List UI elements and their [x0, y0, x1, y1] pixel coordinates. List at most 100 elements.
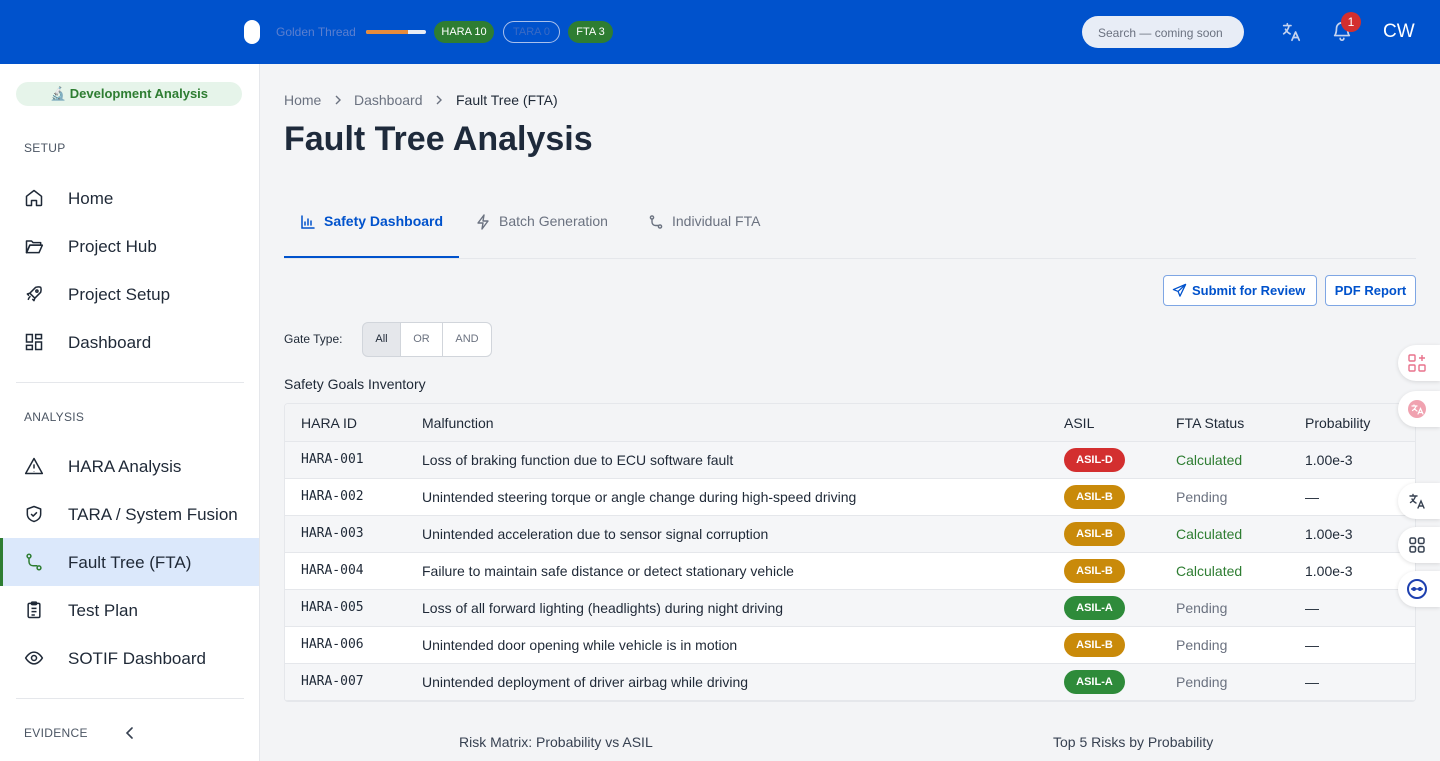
breadcrumb-dashboard[interactable]: Dashboard: [354, 92, 423, 108]
column-header[interactable]: Malfunction: [422, 415, 494, 431]
sidebar: 🔬 Development Analysis SETUP Home Projec…: [0, 64, 260, 761]
asil-badge: ASIL-B: [1064, 522, 1125, 546]
probability-cell: 1.00e-3: [1305, 452, 1353, 468]
chevron-left-icon[interactable]: [122, 725, 138, 741]
chevron-right-icon: [335, 95, 341, 105]
sidebar-item-label: SOTIF Dashboard: [68, 649, 206, 668]
probability-cell: —: [1305, 600, 1319, 616]
sidebar-item-dashboard[interactable]: Dashboard: [0, 318, 259, 366]
column-header[interactable]: Probability: [1305, 415, 1370, 431]
translate-icon: [1409, 493, 1425, 509]
shield-check-icon: [26, 505, 42, 523]
gate-filter-or[interactable]: OR: [400, 322, 443, 357]
table-row[interactable]: HARA-004 Failure to maintain safe distanc…: [285, 553, 1415, 590]
sidebar-item-label: Test Plan: [68, 601, 138, 620]
table-row[interactable]: HARA-003 Unintended acceleration due to s…: [285, 516, 1415, 553]
hara-id-cell: HARA-006: [301, 637, 364, 652]
assistant-bot-button[interactable]: [1398, 571, 1440, 607]
top-app-bar: Golden Thread HARA 10 TARA 0 FTA 3 Searc…: [0, 0, 1440, 64]
fta-status-cell: Calculated: [1176, 452, 1243, 468]
translate-circle-icon: [1408, 400, 1426, 418]
rocket-icon: [26, 286, 42, 302]
apps-grid-icon: [1409, 537, 1425, 553]
tara-count-chip[interactable]: TARA 0: [503, 21, 560, 43]
asil-badge: ASIL-B: [1064, 559, 1125, 583]
warning-triangle-icon: [24, 457, 44, 475]
golden-thread-progress: [366, 30, 426, 34]
hara-id-cell: HARA-002: [301, 489, 364, 504]
sidebar-item-sotif-dashboard[interactable]: SOTIF Dashboard: [0, 634, 259, 682]
page-title: Fault Tree Analysis: [284, 120, 593, 158]
table-row[interactable]: HARA-006 Unintended door opening while ve…: [285, 627, 1415, 664]
probability-cell: 1.00e-3: [1305, 563, 1353, 579]
translate-icon[interactable]: [1280, 21, 1302, 43]
malfunction-cell: Unintended steering torque or angle chan…: [422, 489, 857, 505]
translate-tool-button[interactable]: [1398, 483, 1440, 519]
chevron-right-icon: [436, 95, 442, 105]
dashboard-grid-icon: [25, 333, 43, 351]
probability-cell: —: [1305, 489, 1319, 505]
golden-thread-label: Golden Thread: [276, 25, 356, 39]
sidebar-item-label: Project Hub: [68, 237, 157, 256]
probability-cell: —: [1305, 674, 1319, 690]
sidebar-divider: [16, 382, 244, 383]
sidebar-item-label: Dashboard: [68, 333, 152, 352]
hara-count-chip[interactable]: HARA 10: [434, 21, 494, 43]
tab-batch-generation[interactable]: Batch Generation: [475, 212, 625, 258]
sidebar-item-label: Home: [68, 189, 114, 208]
sidebar-item-home[interactable]: Home: [0, 174, 259, 222]
sidebar-item-project-setup[interactable]: Project Setup: [0, 270, 259, 318]
breadcrumb-home[interactable]: Home: [284, 92, 321, 108]
asil-badge: ASIL-D: [1064, 448, 1125, 472]
ai-assistant-button[interactable]: [1398, 345, 1440, 381]
sidebar-item-fault-tree[interactable]: Fault Tree (FTA): [0, 538, 259, 586]
sidebar-item-label: HARA Analysis: [68, 457, 182, 476]
translate-float-button[interactable]: [1398, 391, 1440, 427]
column-header[interactable]: ASIL: [1064, 415, 1094, 431]
column-header[interactable]: FTA Status: [1176, 415, 1244, 431]
golden-thread-toggle[interactable]: [244, 20, 260, 44]
bar-chart-icon: [301, 215, 315, 229]
sidebar-section-analysis: ANALYSIS: [24, 410, 85, 424]
column-header[interactable]: HARA ID: [301, 415, 357, 431]
tab-label: Batch Generation: [499, 213, 608, 229]
gate-filter-all[interactable]: All: [362, 322, 401, 357]
sparkle-grid-icon: [1408, 354, 1426, 372]
asil-badge: ASIL-A: [1064, 670, 1125, 694]
analysis-mode-badge[interactable]: 🔬 Development Analysis: [16, 82, 242, 106]
fta-status-cell: Calculated: [1176, 526, 1243, 542]
sidebar-item-project-hub[interactable]: Project Hub: [0, 222, 259, 270]
tab-safety-dashboard[interactable]: Safety Dashboard: [300, 212, 460, 258]
route-icon: [649, 215, 663, 229]
user-avatar[interactable]: CW: [1383, 21, 1415, 43]
malfunction-cell: Unintended deployment of driver airbag w…: [422, 674, 749, 690]
table-header: HARA ID Malfunction ASIL FTA Status Prob…: [285, 404, 1415, 442]
sidebar-item-label: Project Setup: [68, 285, 171, 304]
hara-id-cell: HARA-003: [301, 526, 364, 541]
pdf-report-button[interactable]: PDF Report: [1325, 275, 1416, 306]
home-icon: [25, 189, 43, 207]
malfunction-cell: Loss of braking function due to ECU soft…: [422, 452, 734, 468]
malfunction-cell: Unintended door opening while vehicle is…: [422, 637, 738, 653]
route-icon: [26, 553, 42, 571]
table-row[interactable]: HARA-002 Unintended steering torque or an…: [285, 479, 1415, 516]
asil-badge: ASIL-A: [1064, 596, 1125, 620]
submit-for-review-button[interactable]: Submit for Review: [1163, 275, 1317, 306]
gate-filter-and[interactable]: AND: [442, 322, 492, 357]
apps-button[interactable]: [1398, 527, 1440, 563]
asil-badge: ASIL-B: [1064, 485, 1125, 509]
table-row[interactable]: HARA-005 Loss of all forward lighting (he…: [285, 590, 1415, 627]
tab-individual-fta[interactable]: Individual FTA: [648, 212, 778, 258]
sidebar-item-hara-analysis[interactable]: HARA Analysis: [0, 442, 259, 490]
malfunction-cell: Unintended acceleration due to sensor si…: [422, 526, 769, 542]
malfunction-cell: Loss of all forward lighting (headlights…: [422, 600, 784, 616]
table-row[interactable]: HARA-007 Unintended deployment of driver …: [285, 664, 1415, 701]
fta-status-cell: Pending: [1176, 600, 1228, 616]
table-row[interactable]: HARA-001 Loss of braking function due to …: [285, 442, 1415, 479]
fta-count-chip[interactable]: FTA 3: [568, 21, 613, 43]
sidebar-item-test-plan[interactable]: Test Plan: [0, 586, 259, 634]
sidebar-item-tara[interactable]: TARA / System Fusion: [0, 490, 259, 538]
breadcrumb-current: Fault Tree (FTA): [456, 92, 558, 108]
fta-status-cell: Pending: [1176, 489, 1228, 505]
search-input[interactable]: Search — coming soon: [1082, 16, 1244, 48]
